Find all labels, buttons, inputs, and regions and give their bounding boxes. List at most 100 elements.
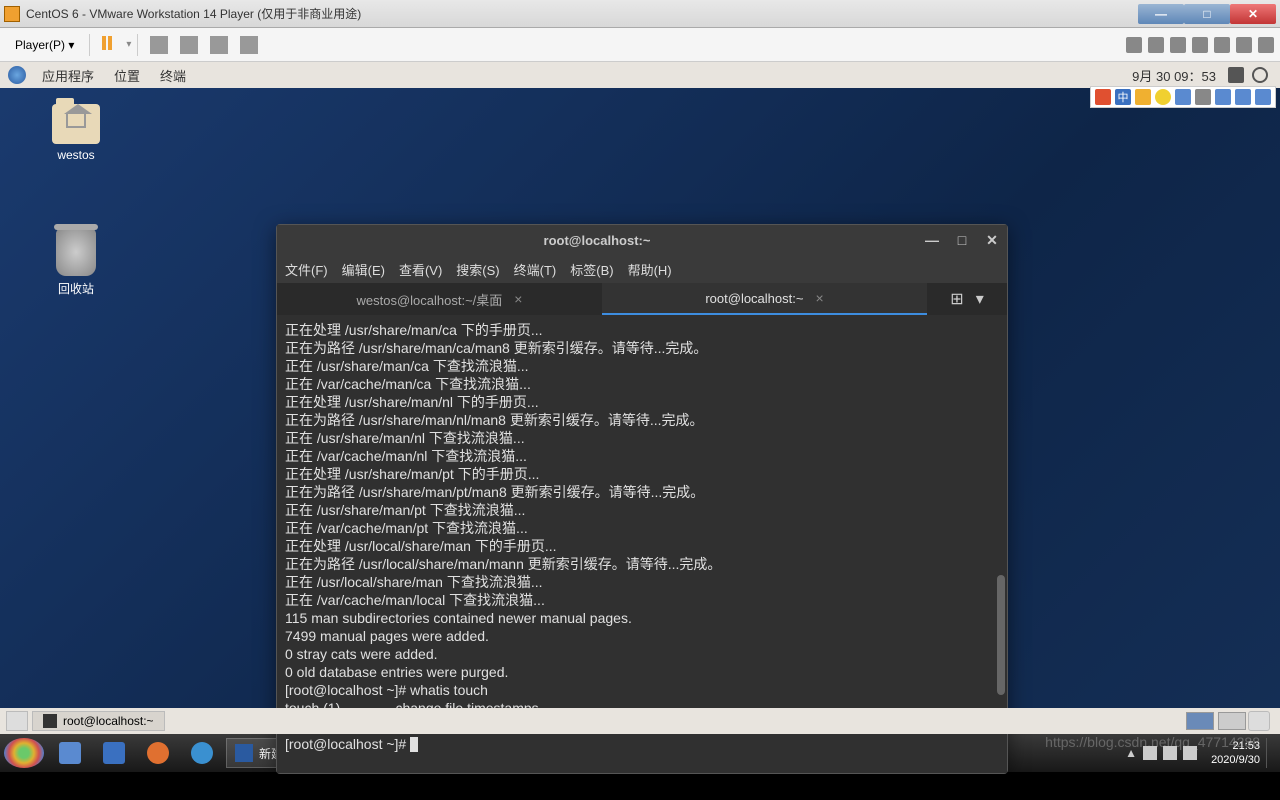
new-tab-icon[interactable]: ⊞: [950, 289, 963, 309]
device-icon[interactable]: [1258, 37, 1274, 53]
menu-view[interactable]: 查看(V): [399, 260, 442, 279]
send-ctrl-alt-del-icon[interactable]: [150, 36, 168, 54]
tab-close-icon[interactable]: ×: [514, 291, 522, 307]
tab-label: root@localhost:~: [705, 291, 803, 306]
tab-label: westos@localhost:~/桌面: [357, 290, 503, 309]
menu-tabs[interactable]: 标签(B): [570, 260, 613, 279]
places-menu[interactable]: 位置: [114, 66, 140, 85]
unity-icon[interactable]: [240, 36, 258, 54]
device-icon[interactable]: [1170, 37, 1186, 53]
terminal-body[interactable]: 正在处理 /usr/share/man/ca 下的手册页...正在为路径 /us…: [277, 315, 1007, 773]
terminal-icon: [43, 714, 57, 728]
menu-terminal[interactable]: 终端(T): [514, 260, 557, 279]
snapshot-icon[interactable]: [180, 36, 198, 54]
applications-menu[interactable]: 应用程序: [42, 66, 94, 85]
vm-viewport[interactable]: 应用程序 位置 终端 9月 30 09：53 westos 回收站 root@l…: [0, 62, 1280, 734]
ime-keyboard-icon[interactable]: [1195, 89, 1211, 105]
device-icon[interactable]: [1148, 37, 1164, 53]
terminal-menubar: 文件(F) 编辑(E) 查看(V) 搜索(S) 终端(T) 标签(B) 帮助(H…: [277, 255, 1007, 283]
pinned-firefox[interactable]: [137, 738, 179, 768]
terminal-window[interactable]: root@localhost:~ — □ ✕ 文件(F) 编辑(E) 查看(V)…: [276, 224, 1008, 774]
terminal-line: 正在 /var/cache/man/ca 下查找流浪猫...: [285, 375, 999, 393]
tab-close-icon[interactable]: ×: [815, 290, 823, 306]
terminal-title: root@localhost:~: [277, 233, 917, 248]
clock[interactable]: 9月 30 09：53: [1132, 66, 1216, 85]
terminal-tab[interactable]: westos@localhost:~/桌面 ×: [277, 283, 602, 315]
trash-icon: [56, 228, 96, 276]
terminal-minimize-button[interactable]: —: [917, 232, 947, 248]
terminal-tab-active[interactable]: root@localhost:~ ×: [602, 283, 927, 315]
volume-icon[interactable]: [1228, 67, 1244, 83]
terminal-tabs: westos@localhost:~/桌面 × root@localhost:~…: [277, 283, 1007, 315]
device-icon[interactable]: [1236, 37, 1252, 53]
ime-lang-icon[interactable]: 中: [1115, 89, 1131, 105]
terminal-line: 正在 /var/cache/man/local 下查找流浪猫...: [285, 591, 999, 609]
close-button[interactable]: ✕: [1230, 4, 1276, 24]
tab-menu-icon[interactable]: ▾: [976, 289, 984, 309]
show-desktop-button[interactable]: [6, 711, 28, 731]
ime-emoji-icon[interactable]: [1155, 89, 1171, 105]
start-button[interactable]: [4, 738, 44, 768]
menu-help[interactable]: 帮助(H): [628, 260, 672, 279]
window-title: CentOS 6 - VMware Workstation 14 Player …: [26, 5, 361, 22]
show-desktop-button[interactable]: [1266, 738, 1276, 768]
trash-applet-icon[interactable]: [1248, 711, 1270, 731]
word-icon: [235, 744, 253, 762]
gnome-menu-icon[interactable]: [8, 66, 26, 84]
terminal-line: 正在 /usr/local/share/man 下查找流浪猫...: [285, 573, 999, 591]
device-icon[interactable]: [1214, 37, 1230, 53]
terminal-line: 正在为路径 /usr/local/share/man/mann 更新索引缓存。请…: [285, 555, 999, 573]
terminal-line: 正在为路径 /usr/share/man/ca/man8 更新索引缓存。请等待.…: [285, 339, 999, 357]
vmware-toolbar: Player(P) ▾ ▾: [0, 28, 1280, 62]
terminal-line: 0 stray cats were added.: [285, 645, 999, 663]
terminal-line: 正在 /var/cache/man/nl 下查找流浪猫...: [285, 447, 999, 465]
terminal-titlebar[interactable]: root@localhost:~ — □ ✕: [277, 225, 1007, 255]
player-menu[interactable]: Player(P) ▾: [6, 35, 83, 55]
icon-label: 回收站: [36, 280, 116, 297]
terminal-line: 正在处理 /usr/local/share/man 下的手册页...: [285, 537, 999, 555]
scrollbar[interactable]: [997, 575, 1005, 695]
terminal-line: 正在处理 /usr/share/man/nl 下的手册页...: [285, 393, 999, 411]
minimize-button[interactable]: —: [1138, 4, 1184, 24]
desktop[interactable]: westos 回收站 root@localhost:~ — □ ✕ 文件(F) …: [0, 88, 1280, 708]
terminal-line: 正在处理 /usr/share/man/pt 下的手册页...: [285, 465, 999, 483]
pause-icon[interactable]: [102, 36, 120, 54]
maximize-button[interactable]: □: [1184, 4, 1230, 24]
pinned-explorer[interactable]: [49, 738, 91, 768]
ime-punct-icon[interactable]: [1135, 89, 1151, 105]
terminal-maximize-button[interactable]: □: [947, 232, 977, 248]
ime-skin-icon[interactable]: [1235, 89, 1251, 105]
ime-settings-icon[interactable]: [1255, 89, 1271, 105]
device-icon[interactable]: [1126, 37, 1142, 53]
terminal-line: 正在 /usr/share/man/ca 下查找流浪猫...: [285, 357, 999, 375]
terminal-line: 7499 manual pages were added.: [285, 627, 999, 645]
folder-icon: [52, 104, 100, 144]
terminal-line: 正在 /usr/share/man/nl 下查找流浪猫...: [285, 429, 999, 447]
workspace-2[interactable]: [1218, 712, 1246, 730]
terminal-line: [root@localhost ~]# whatis touch: [285, 681, 999, 699]
terminal-menu[interactable]: 终端: [160, 66, 186, 85]
terminal-close-button[interactable]: ✕: [977, 232, 1007, 249]
device-icon[interactable]: [1192, 37, 1208, 53]
pinned-app[interactable]: [93, 738, 135, 768]
vmware-icon: [4, 6, 20, 22]
pinned-ie[interactable]: [181, 738, 223, 768]
device-icons: [1126, 37, 1274, 53]
ime-icon[interactable]: [1095, 89, 1111, 105]
terminal-line: 正在为路径 /usr/share/man/nl/man8 更新索引缓存。请等待.…: [285, 411, 999, 429]
desktop-icon-westos[interactable]: westos: [36, 104, 116, 162]
ime-user-icon[interactable]: [1215, 89, 1231, 105]
taskbar-item[interactable]: root@localhost:~: [32, 711, 165, 731]
ime-toolbar[interactable]: 中: [1090, 86, 1276, 108]
menu-edit[interactable]: 编辑(E): [342, 260, 385, 279]
menu-search[interactable]: 搜索(S): [456, 260, 499, 279]
desktop-icon-trash[interactable]: 回收站: [36, 228, 116, 297]
fullscreen-icon[interactable]: [210, 36, 228, 54]
terminal-line: 正在处理 /usr/share/man/ca 下的手册页...: [285, 321, 999, 339]
ime-mic-icon[interactable]: [1175, 89, 1191, 105]
power-icon[interactable]: [1252, 67, 1268, 83]
watermark: https://blog.csdn.net/qq_47714288: [1045, 734, 1260, 750]
terminal-line: 0 old database entries were purged.: [285, 663, 999, 681]
workspace-1[interactable]: [1186, 712, 1214, 730]
menu-file[interactable]: 文件(F): [285, 260, 328, 279]
